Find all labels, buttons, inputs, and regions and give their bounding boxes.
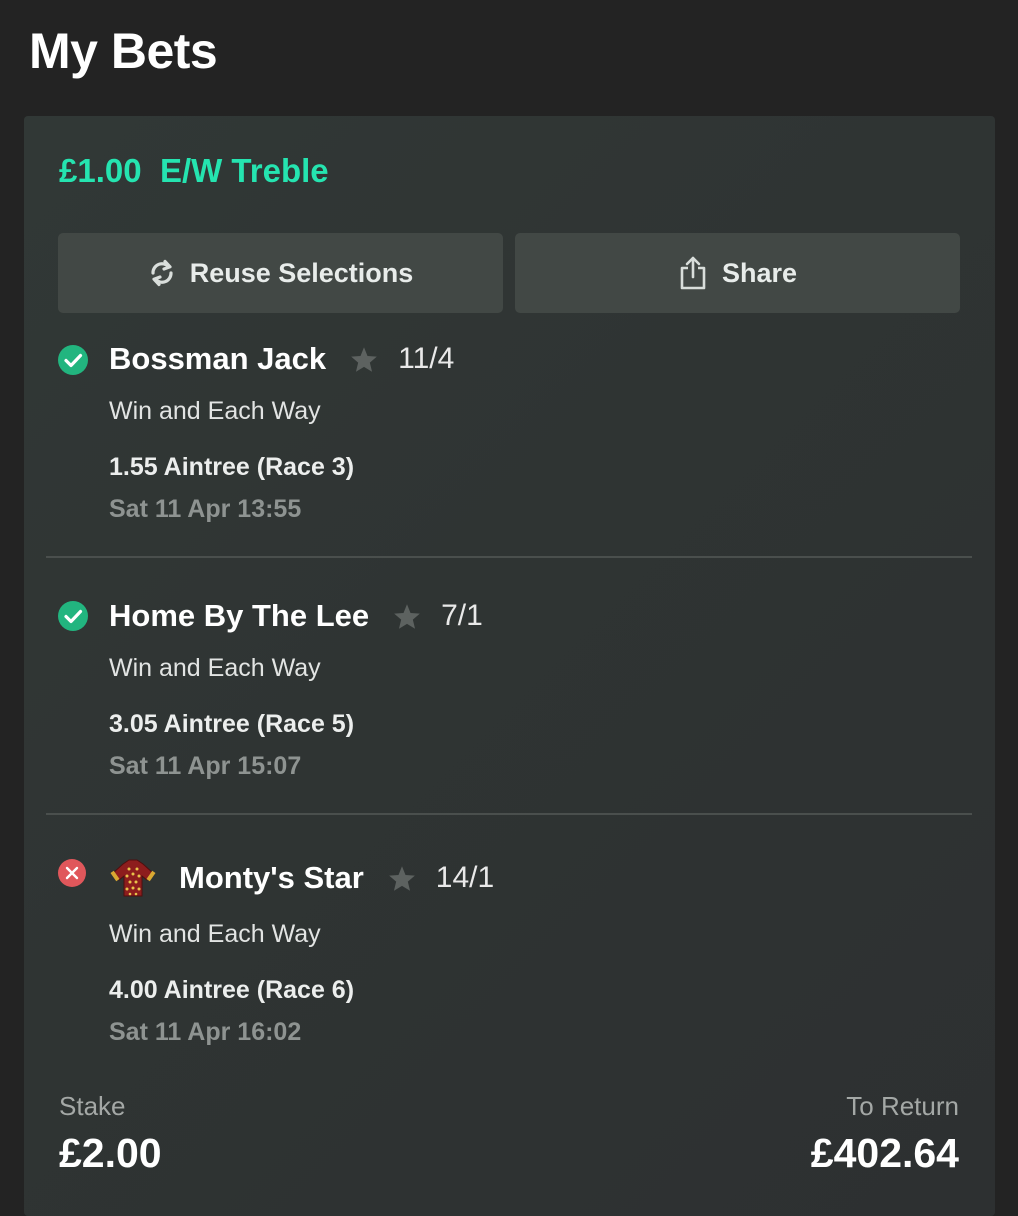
horse-name: Monty's Star — [179, 860, 364, 895]
reuse-selections-button[interactable]: Reuse Selections — [58, 233, 503, 313]
to-return-value: £402.64 — [810, 1130, 959, 1176]
divider — [46, 813, 972, 815]
star-icon[interactable] — [388, 865, 416, 892]
selection-name-row: Monty's Star 14/1 — [109, 859, 494, 897]
bet-card: £1.00 E/W Treble Reuse Selections Share — [24, 116, 995, 1216]
bet-header: £1.00 E/W Treble — [59, 152, 329, 190]
check-circle-icon — [57, 600, 89, 632]
odds: 7/1 — [441, 599, 483, 632]
stake-label: Stake — [59, 1091, 126, 1121]
reuse-selections-label: Reuse Selections — [189, 257, 414, 288]
star-icon[interactable] — [393, 603, 421, 630]
share-icon — [678, 255, 708, 291]
race-name: 1.55 Aintree (Race 3) — [109, 453, 355, 481]
stake-value: £2.00 — [59, 1130, 162, 1176]
market-label: Win and Each Way — [109, 920, 321, 948]
horse-name: Bossman Jack — [109, 341, 327, 376]
divider — [46, 556, 972, 558]
bet-type: E/W Treble — [159, 152, 329, 189]
horse-name: Home By The Lee — [109, 598, 370, 633]
check-circle-icon — [57, 344, 89, 376]
market-label: Win and Each Way — [109, 654, 321, 682]
page-title: My Bets — [29, 23, 218, 79]
share-label: Share — [721, 257, 798, 288]
share-button[interactable]: Share — [515, 233, 960, 313]
race-name: 4.00 Aintree (Race 6) — [109, 976, 355, 1004]
odds: 14/1 — [435, 861, 495, 894]
to-return-label: To Return — [846, 1091, 959, 1121]
selection-name-row: Bossman Jack 11/4 — [109, 341, 454, 377]
race-name: 3.05 Aintree (Race 5) — [109, 710, 355, 738]
market-label: Win and Each Way — [109, 397, 321, 425]
race-time: Sat 11 Apr 16:02 — [109, 1018, 302, 1046]
selection-name-row: Home By The Lee 7/1 — [109, 598, 483, 634]
bet-stake-amount: £1.00 — [59, 152, 142, 189]
refresh-icon — [148, 258, 176, 288]
star-icon[interactable] — [350, 346, 378, 373]
odds: 11/4 — [398, 342, 455, 375]
race-time: Sat 11 Apr 15:07 — [109, 752, 302, 780]
jockey-silks-icon — [109, 859, 157, 897]
race-time: Sat 11 Apr 13:55 — [109, 495, 302, 523]
cross-circle-icon — [57, 858, 89, 890]
